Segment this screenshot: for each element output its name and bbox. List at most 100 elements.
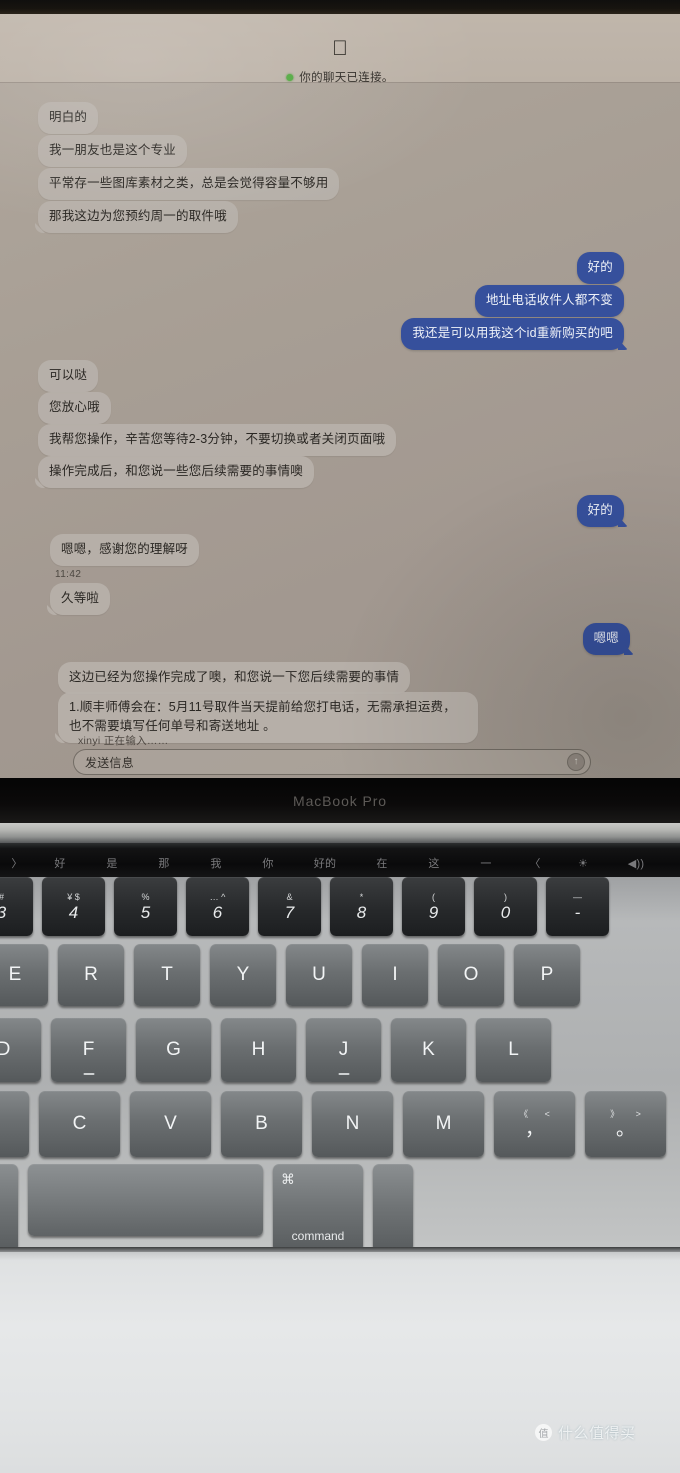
message-bubble-incoming[interactable]: 平常存一些图库素材之类，总是会觉得容量不够用 <box>38 168 340 200</box>
key-command-left[interactable]: ⌘ <box>0 1164 18 1252</box>
message-bubble-outgoing[interactable]: 我还是可以用我这个id重新购买的吧 <box>401 318 624 350</box>
homing-bar-icon <box>83 1073 94 1075</box>
touchbar-item[interactable]: 在 <box>356 855 408 871</box>
touchbar-item[interactable]: 〈 <box>512 855 558 871</box>
message-bubble-incoming[interactable]: 我帮您操作，辛苦您等待2-3分钟，不要切换或者关闭页面哦 <box>38 424 397 456</box>
touchbar-item[interactable]: 一 <box>460 855 512 871</box>
key-6[interactable]: … ^ 6 <box>186 877 249 936</box>
key-B[interactable]: B <box>221 1091 302 1157</box>
touchbar-item[interactable]: ◀)) <box>608 857 664 870</box>
key-F[interactable]: F <box>51 1018 126 1082</box>
key-K[interactable]: K <box>0 1091 29 1157</box>
key-command-right[interactable]: ⌘ command <box>273 1164 363 1252</box>
message-bubble-incoming[interactable]: 嗯嗯，感谢您的理解呀 <box>50 534 200 566</box>
touchbar-item[interactable]: 你 <box>242 855 294 871</box>
message-bubble-incoming[interactable]: 明白的 <box>38 102 99 134</box>
key-D[interactable]: D <box>0 1018 41 1082</box>
key-secondary-label: … ^ <box>209 891 226 902</box>
message-bubble-incoming[interactable]: 这边已经为您操作完成了噢，和您说一下您后续需要的事情 <box>58 662 411 694</box>
message-row: 好的 <box>576 495 624 527</box>
key-label: 。 <box>615 1119 635 1140</box>
typing-indicator: xinyi 正在输入…… <box>78 735 169 747</box>
key-4[interactable]: ¥ $4 <box>42 877 105 936</box>
message-bubble-incoming[interactable]: 可以哒 <box>38 360 99 392</box>
touchbar-item[interactable]: 〉 <box>0 855 34 871</box>
message-bubble-incoming[interactable]: 操作完成后，和您说一些您后续需要的事情噢 <box>38 456 315 488</box>
touchbar-item[interactable]: 那 <box>138 855 190 871</box>
touchbar-item[interactable]: 是 <box>86 855 138 871</box>
key-。[interactable]: 》 >。 <box>585 1091 666 1157</box>
key-secondary-label: # <box>0 892 4 902</box>
touchbar-item[interactable]: 我 <box>190 855 242 871</box>
key-label: D <box>0 1039 11 1060</box>
touch-bar[interactable]: 〉好是那我你好的在这一〈 ☀ ◀)) <box>0 849 680 877</box>
key-8[interactable]: * 8 <box>330 877 393 936</box>
key-label: 5 <box>140 902 151 922</box>
message-timestamp: 11:42 <box>55 569 82 580</box>
key-secondary-label: & <box>286 891 293 902</box>
key-label: - <box>574 902 581 922</box>
message-bubble-outgoing[interactable]: 好的 <box>576 252 624 284</box>
key-N[interactable]: N <box>312 1091 393 1157</box>
message-row: 嗯嗯 <box>582 623 630 655</box>
key-I[interactable]: I <box>362 944 428 1006</box>
key-label: H <box>251 1039 266 1060</box>
key-C[interactable]: C <box>39 1091 120 1157</box>
command-glyph-icon: ⌘ <box>281 1171 295 1187</box>
key-space[interactable] <box>28 1164 263 1236</box>
key-7[interactable]: & 7 <box>258 877 321 936</box>
message-row: 我帮您操作，辛苦您等待2-3分钟，不要切换或者关闭页面哦 <box>38 424 397 456</box>
key-label: ， <box>524 1119 544 1140</box>
message-row: 操作完成后，和您说一些您后续需要的事情噢 <box>38 456 315 488</box>
message-bubble-incoming[interactable]: 久等啦 <box>50 583 111 615</box>
key-V[interactable]: V <box>130 1091 211 1157</box>
message-row: 这边已经为您操作完成了噢，和您说一下您后续需要的事情 <box>58 662 411 694</box>
key-label: 7 <box>284 902 295 922</box>
key-J[interactable]: J <box>306 1018 381 1082</box>
key-M[interactable]: M <box>403 1091 484 1157</box>
keyboard-row-numbers: #3¥ $4%5… ^6&7*8(9)0—- <box>0 877 609 936</box>
key-Y[interactable]: Y <box>210 944 276 1006</box>
key-option-right[interactable] <box>373 1164 413 1252</box>
key-label: 6 <box>212 902 223 922</box>
message-bubble-outgoing[interactable]: 好的 <box>576 495 624 527</box>
key-U[interactable]: U <box>286 944 352 1006</box>
touchbar-item[interactable]: 好的 <box>294 855 356 871</box>
touchbar-item[interactable]: 好 <box>34 855 86 871</box>
send-arrow-icon[interactable]: ↑ <box>567 753 585 771</box>
key-5[interactable]: % 5 <box>114 877 177 936</box>
touchbar-item[interactable]: 这 <box>408 855 460 871</box>
key-R[interactable]: R <box>58 944 124 1006</box>
message-bubble-outgoing[interactable]: 嗯嗯 <box>582 623 630 655</box>
key-3[interactable]: #3 <box>0 877 33 936</box>
display-top-bezel <box>0 0 680 14</box>
key-，[interactable]: 《 <， <box>494 1091 575 1157</box>
key-E[interactable]: E <box>0 944 48 1006</box>
message-composer[interactable]: 发送信息 ↑ <box>73 749 591 775</box>
key--[interactable]: — - <box>546 877 609 936</box>
message-bubble-outgoing[interactable]: 地址电话收件人都不变 <box>474 285 624 317</box>
key-T[interactable]: T <box>134 944 200 1006</box>
key-P[interactable]: P <box>514 944 580 1006</box>
message-bubble-incoming[interactable]: 那我这边为您预约周一的取件哦 <box>38 201 238 233</box>
key-O[interactable]: O <box>438 944 504 1006</box>
key-9[interactable]: (9 <box>402 877 465 936</box>
keyboard-row-qwerty: ERTYU I OP <box>0 944 580 1006</box>
message-row: 可以哒 <box>38 360 99 392</box>
watermark: 值 什么值得买 <box>535 1422 636 1443</box>
key-L[interactable]: L <box>476 1018 551 1082</box>
key-label: N <box>345 1113 360 1134</box>
key-0[interactable]: ) 0 <box>474 877 537 936</box>
touchbar-item[interactable]: ☀ <box>558 857 608 870</box>
macbook-screen:  你的聊天已连接。 明白的 我一朋友也是这个专业 平常存一些图库素材之类，总是… <box>0 14 680 778</box>
key-label: I <box>392 964 398 985</box>
key-label: K <box>422 1039 435 1060</box>
message-bubble-incoming[interactable]: 您放心哦 <box>38 392 111 424</box>
message-bubble-incoming[interactable]: 我一朋友也是这个专业 <box>38 135 188 167</box>
key-G[interactable]: G <box>136 1018 211 1082</box>
message-input-placeholder[interactable]: 发送信息 <box>85 754 134 771</box>
key-H[interactable]: H <box>221 1018 296 1082</box>
key-K[interactable]: K <box>391 1018 466 1082</box>
key-label: M <box>435 1113 452 1134</box>
message-row: 嗯嗯，感谢您的理解呀 <box>50 534 200 566</box>
